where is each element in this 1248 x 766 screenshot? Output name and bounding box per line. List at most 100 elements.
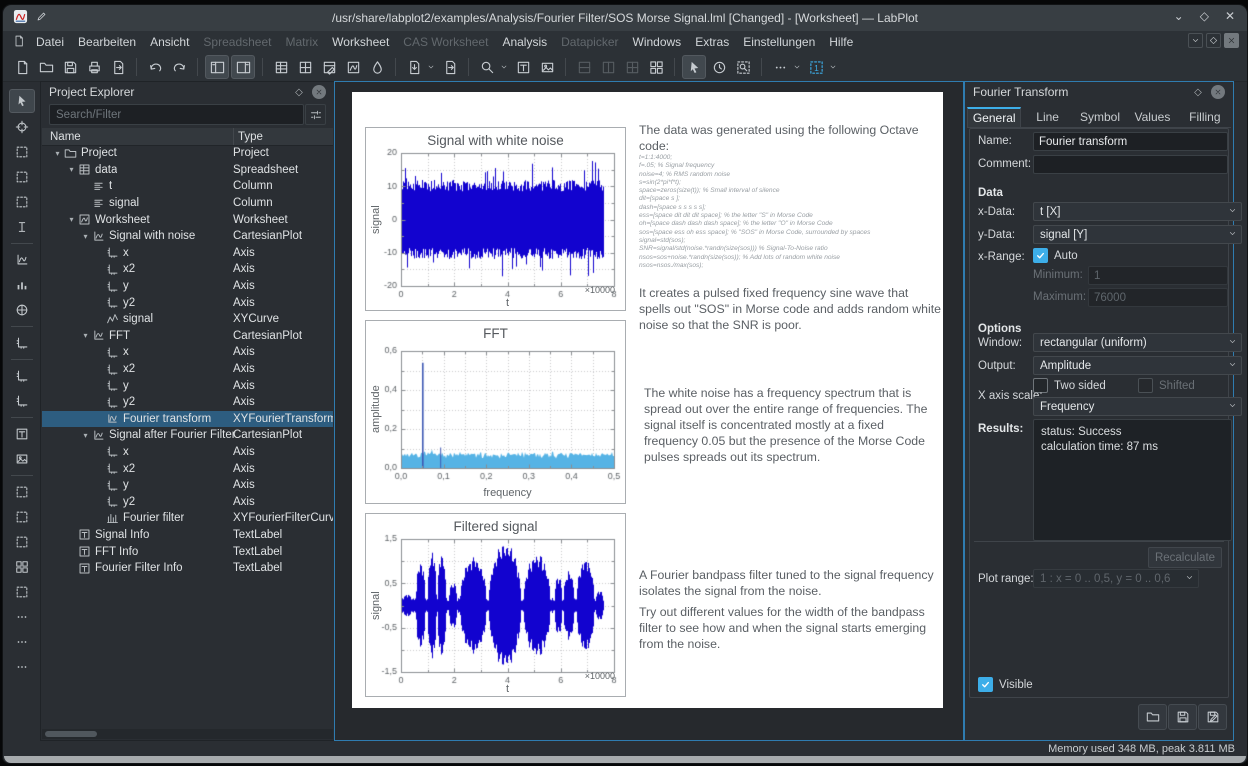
tree-row-signal[interactable]: signalColumn <box>42 195 333 212</box>
comment-input[interactable] <box>1033 155 1228 174</box>
close-dock-icon[interactable] <box>1211 85 1225 99</box>
filter-options-button[interactable] <box>305 104 326 125</box>
text-label-octave-code[interactable]: t=1:1:4000;f=.05; % Signal frequencynois… <box>639 154 939 270</box>
tree-row-x2[interactable]: x2Axis <box>42 261 333 278</box>
tree-row-fourier-filter[interactable]: Fourier filterXYFourierFilterCurve <box>42 510 333 527</box>
output-combobox[interactable]: Amplitude <box>1033 356 1242 375</box>
crosshair-icon[interactable] <box>10 116 34 138</box>
expand-arrow-icon[interactable]: ▾ <box>66 215 77 224</box>
collapse-menubar-icon[interactable] <box>1188 33 1203 48</box>
dash-icon[interactable] <box>10 166 34 188</box>
menu-windows[interactable]: Windows <box>626 33 689 51</box>
column-header-name[interactable]: Name <box>42 131 233 143</box>
menu-bearbeiten[interactable]: Bearbeiten <box>71 33 143 51</box>
menu-hilfe[interactable]: Hilfe <box>822 33 860 51</box>
scrollbar-thumb[interactable] <box>45 731 97 737</box>
tree-row-signal-info[interactable]: Signal InfoTextLabel <box>42 527 333 544</box>
load-config-button[interactable] <box>1138 704 1167 730</box>
dots-icon[interactable] <box>10 656 34 678</box>
name-input[interactable]: Fourier transform <box>1033 132 1228 151</box>
dash-icon[interactable] <box>10 531 34 553</box>
expand-arrow-icon[interactable]: ▾ <box>66 165 77 174</box>
menu-analysis[interactable]: Analysis <box>495 33 554 51</box>
image-icon[interactable] <box>536 56 558 78</box>
search-input[interactable]: Search/Filter <box>49 104 304 125</box>
tree-row-worksheet[interactable]: ▾WorksheetWorksheet <box>42 211 333 228</box>
text-icon[interactable] <box>10 423 34 445</box>
spreadsheet-icon[interactable] <box>270 56 292 78</box>
expand-arrow-icon[interactable]: ▾ <box>80 431 91 440</box>
text-label-fft-info[interactable]: The white noise has a frequency spectrum… <box>644 385 934 465</box>
tree-row-x[interactable]: xAxis <box>42 444 333 461</box>
menu-einstellungen[interactable]: Einstellungen <box>736 33 822 51</box>
printer-icon[interactable] <box>83 56 105 78</box>
tab-symbol[interactable]: Symbol <box>1074 107 1126 127</box>
tree-row-signal-with-noise[interactable]: ▾Signal with noiseCartesianPlot <box>42 228 333 245</box>
visible-checkbox[interactable]: Visible <box>978 677 1033 692</box>
floppy-icon[interactable] <box>59 56 81 78</box>
plot-filtered-signal[interactable]: Filtered signal signal t ×10000 <box>365 513 626 697</box>
tab-general[interactable]: General <box>967 107 1021 127</box>
tree-row-signal-after-fourier-filter[interactable]: ▾Signal after Fourier FilterCartesianPlo… <box>42 427 333 444</box>
expand-arrow-icon[interactable]: ▾ <box>80 232 91 241</box>
checkbox-checked-icon[interactable] <box>1033 248 1048 263</box>
tree-row-project[interactable]: ▾ProjectProject <box>42 145 333 162</box>
expand-arrow-icon[interactable]: ▾ <box>80 331 91 340</box>
close-menu-icon[interactable] <box>1224 33 1239 48</box>
window-combobox[interactable]: rectangular (uniform) <box>1033 333 1242 352</box>
close-dock-icon[interactable] <box>312 85 326 99</box>
save-as-template-button[interactable] <box>1198 704 1227 730</box>
expand-arrow-icon[interactable]: ▾ <box>52 149 63 158</box>
tree-header[interactable]: Name Type <box>42 128 333 146</box>
plot-signal-with-noise[interactable]: Signal with white noise signal t ×10000 <box>365 127 626 311</box>
doc-import-icon[interactable] <box>403 56 425 78</box>
histogram-icon[interactable] <box>10 274 34 296</box>
two-sided-checkbox[interactable]: Two sided <box>1033 378 1106 393</box>
dash-icon[interactable] <box>10 191 34 213</box>
tree-row-y2[interactable]: y2Axis <box>42 294 333 311</box>
tree-row-x2[interactable]: x2Axis <box>42 361 333 378</box>
tree-row-fourier-transform[interactable]: Fourier transformXYFourierTransformCurve <box>42 411 333 428</box>
menu-datei[interactable]: Datei <box>29 33 71 51</box>
dots-icon[interactable] <box>769 56 791 78</box>
axis-icon[interactable] <box>10 390 34 412</box>
maximize-button[interactable]: ◇ <box>1200 9 1209 23</box>
tree-row-fft-info[interactable]: FFT InfoTextLabel <box>42 543 333 560</box>
redo-icon[interactable] <box>168 56 190 78</box>
text-label-filter-info[interactable]: A Fourier bandpass filter tuned to the s… <box>639 567 939 599</box>
properties-titlebar[interactable]: Fourier Transform ◇ <box>965 82 1233 102</box>
panel-r-icon[interactable] <box>231 55 255 79</box>
dash-icon[interactable] <box>10 506 34 528</box>
doc-new-icon[interactable] <box>11 56 33 78</box>
chevron-down-icon[interactable] <box>500 56 510 78</box>
undo-icon[interactable] <box>144 56 166 78</box>
ibeam-icon[interactable] <box>10 216 34 238</box>
pointer-icon[interactable] <box>682 55 706 79</box>
tree-row-t[interactable]: tColumn <box>42 178 333 195</box>
chevron-down-icon[interactable] <box>829 56 839 78</box>
compass-icon[interactable] <box>10 299 34 321</box>
pointer-icon[interactable] <box>9 89 35 113</box>
dots-icon[interactable] <box>10 606 34 628</box>
checkbox-checked-icon[interactable] <box>978 677 993 692</box>
column-header-type[interactable]: Type <box>233 128 263 145</box>
y-data-combobox[interactable]: signal [Y] <box>1033 225 1242 244</box>
menu-extras[interactable]: Extras <box>688 33 736 51</box>
close-button[interactable]: ✕ <box>1225 9 1235 23</box>
text-label-sos-description[interactable]: It creates a pulsed fixed frequency sine… <box>639 285 941 333</box>
restore-icon[interactable] <box>1206 33 1221 48</box>
text-label-intro[interactable]: The data was generated using the followi… <box>639 122 939 154</box>
tree-row-fft[interactable]: ▾FFTCartesianPlot <box>42 328 333 345</box>
text-icon[interactable] <box>512 56 534 78</box>
dash-icon[interactable] <box>10 481 34 503</box>
arrange-icon[interactable] <box>645 56 667 78</box>
dash-icon[interactable] <box>10 141 34 163</box>
zoom-sel-icon[interactable] <box>476 56 498 78</box>
tree-row-x[interactable]: xAxis <box>42 245 333 262</box>
tree-row-y2[interactable]: y2Axis <box>42 394 333 411</box>
chevron-down-icon[interactable] <box>793 56 803 78</box>
tree-row-x2[interactable]: x2Axis <box>42 460 333 477</box>
panel-l-icon[interactable] <box>205 55 229 79</box>
x-axis-scale-combobox[interactable]: Frequency <box>1033 397 1242 416</box>
tab-filling[interactable]: Filling <box>1179 107 1231 127</box>
